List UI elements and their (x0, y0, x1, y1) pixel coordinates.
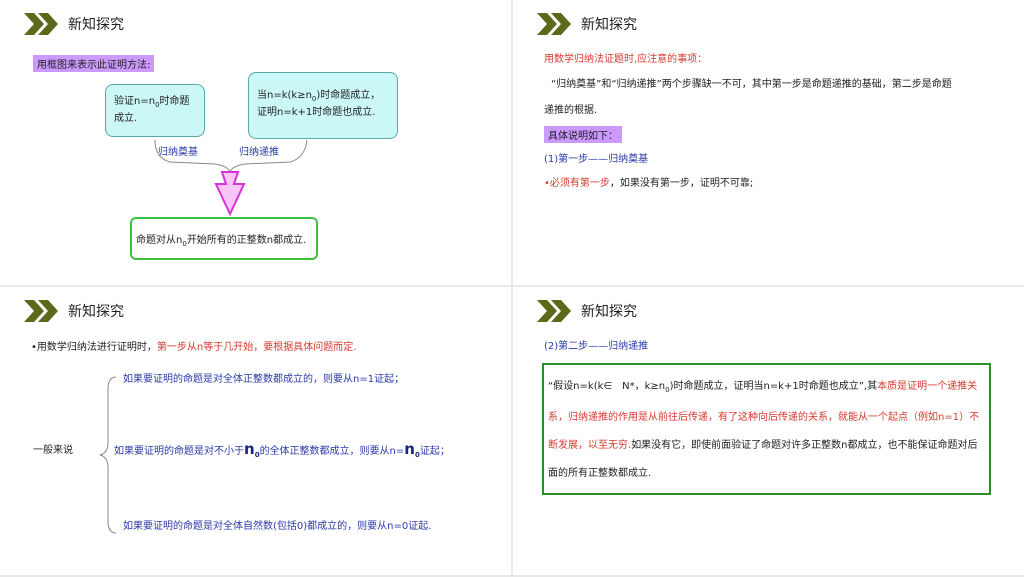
slide-header: 新知探究 (24, 12, 124, 36)
general-label: 一般来说 (33, 445, 73, 456)
slide-title: 新知探究 (581, 17, 637, 33)
slide-4: 新知探究 (2)第二步——归纳递推 “假设n=k(k∈ N*，k≥n0)时命题成… (513, 287, 1024, 575)
notes-para-line1: “归纳奠基”和“归纳递推”两个步骤缺一不可，其中第一步是命题递推的基础，第二步是… (551, 79, 952, 90)
slide-title: 新知探究 (581, 304, 637, 320)
double-chevron-icon (24, 13, 58, 35)
notes-para-line2: 递推的根据. (544, 105, 598, 116)
step1-bullet: •必须有第一步，如果没有第一步，证明不可靠; (544, 178, 754, 189)
slide-2: 新知探究 用数学归纳法证题时,应注意的事项： “归纳奠基”和“归纳递推”两个步骤… (513, 0, 1024, 285)
down-arrow-icon (214, 171, 246, 217)
slide-header: 新知探究 (537, 299, 637, 323)
step2-explanation-box: “假设n=k(k∈ N*，k≥n0)时命题成立，证明当n=k+1时命题也成立”,… (542, 363, 991, 495)
case-1: 如果要证明的命题是对全体正整数都成立的，则要从n=1证起； (123, 374, 405, 385)
step2-heading: (2)第二步——归纳递推 (544, 341, 649, 352)
double-chevron-icon (537, 13, 571, 35)
slide-title: 新知探究 (68, 304, 124, 320)
slide-header: 新知探究 (537, 12, 637, 36)
step1-heading: (1)第一步——归纳奠基 (544, 154, 649, 165)
base-step-box: 验证n=n0时命题成立. (105, 84, 205, 137)
brace-label-base: 归纳奠基 (158, 147, 198, 158)
case-3: 如果要证明的命题是对全体自然数(包括0)都成立的，则要从n=0证起. (123, 521, 432, 532)
inductive-step-box: 当n=k(k≥n0)时命题成立，证明n=k+1时命题也成立. (248, 72, 398, 139)
brace-label-inductive: 归纳递推 (239, 147, 279, 158)
slide-title: 新知探究 (68, 17, 124, 33)
conclusion-box: 命题对从n0开始所有的正整数n都成立. (130, 217, 318, 260)
case-2: 如果要证明的命题是对不小于n0的全体正整数都成立，则要从n=n0证起； (114, 440, 450, 460)
notes-heading: 用数学归纳法证题时,应注意的事项： (544, 54, 708, 65)
slide-3: 新知探究 •用数学归纳法进行证明时，第一步从n等于几开始，要根据具体问题而定. … (0, 287, 511, 575)
intro-text: •用数学归纳法进行证明时，第一步从n等于几开始，要根据具体问题而定. (31, 342, 357, 353)
flowchart-label: 用框图来表示此证明方法: (33, 55, 155, 72)
double-chevron-icon (537, 300, 571, 322)
slide-1: 新知探究 用框图来表示此证明方法: 验证n=n0时命题成立. 当n=k(k≥n0… (0, 0, 511, 285)
double-chevron-icon (24, 300, 58, 322)
details-label: 具体说明如下： (544, 126, 622, 143)
slide-header: 新知探究 (24, 299, 124, 323)
